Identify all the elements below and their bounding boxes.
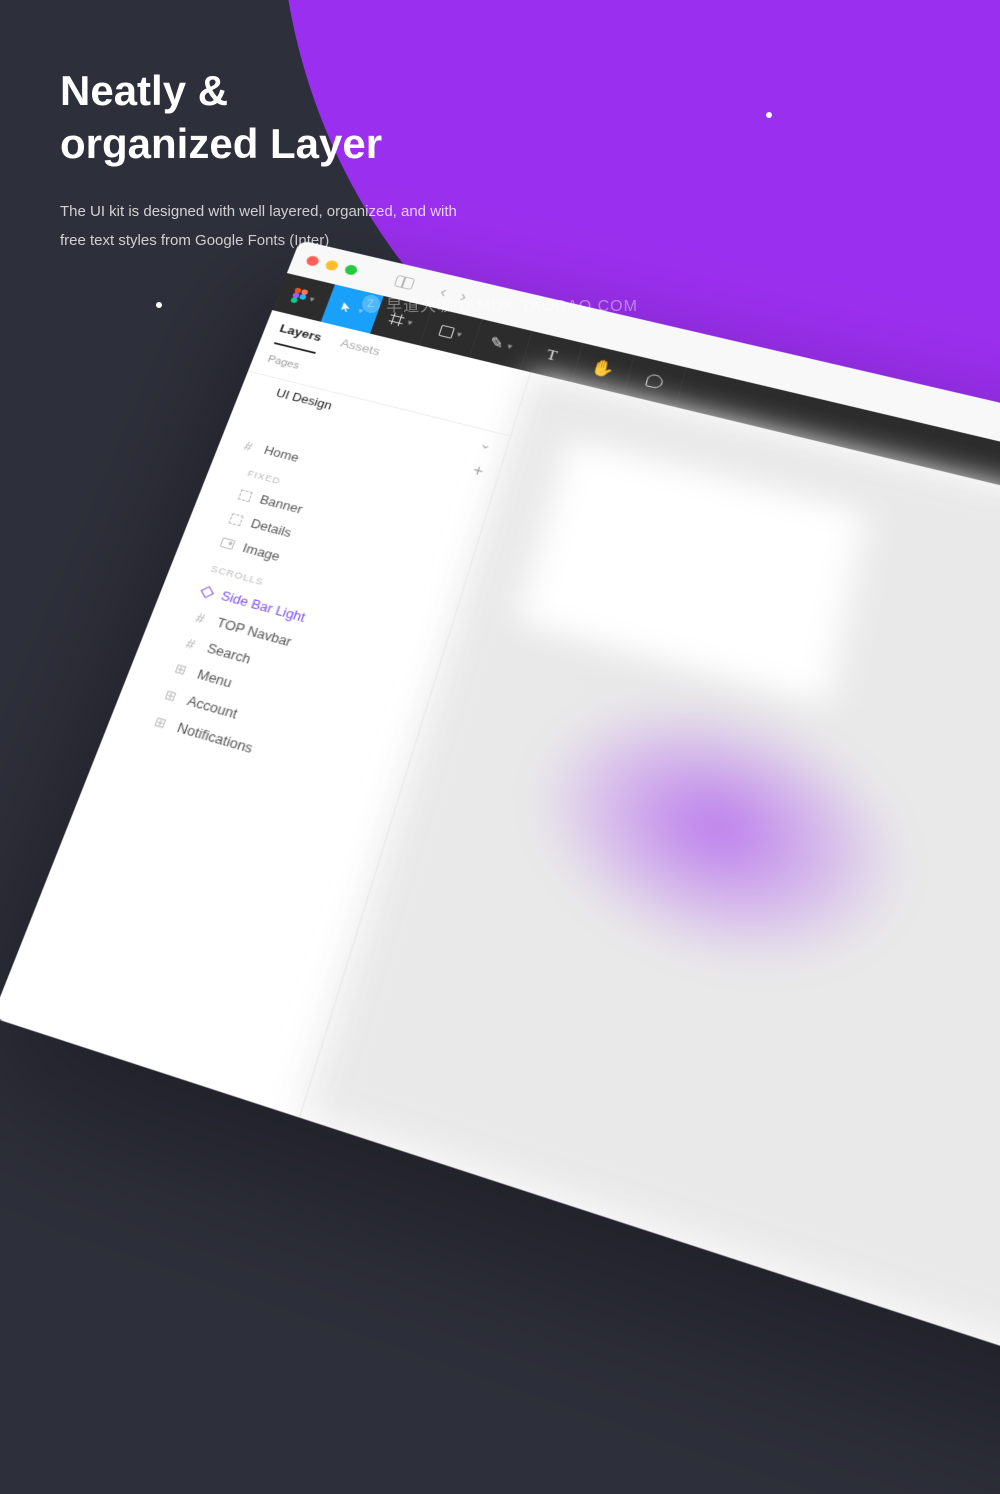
text-icon: T	[544, 348, 559, 366]
watermark-text: 早道大咖 IAMDK.TAOBAO.COM	[386, 292, 638, 316]
pages-label: Pages	[266, 354, 301, 372]
group-icon: ⊞	[150, 713, 171, 732]
chevron-down-icon: ▾	[406, 317, 414, 327]
layer-label: Home	[262, 444, 301, 465]
figma-logo-icon	[289, 286, 309, 305]
hero-title-line2: organized Layer	[60, 120, 382, 167]
component-icon	[201, 586, 214, 598]
group-dashed-icon	[229, 513, 244, 526]
decorative-dot	[766, 112, 772, 118]
minimize-window-button[interactable]	[324, 259, 339, 271]
watermark-icon: Z	[362, 295, 380, 313]
layer-label: Menu	[195, 667, 234, 691]
figma-panel-area: Layers Assets Pages UI Design ⌄ + Home F…	[0, 310, 1000, 1494]
chevron-down-icon: ▾	[308, 294, 316, 304]
plus-icon: +	[470, 462, 485, 481]
close-window-button[interactable]	[305, 255, 320, 267]
figma-window: ‹ › ▾ ▾ ▾ ▾ ✎ ▾ T ✋	[0, 240, 1000, 1494]
hero-title: Neatly & organized Layer	[60, 65, 460, 170]
pen-icon: ✎	[487, 333, 506, 353]
hero-title-line1: Neatly &	[60, 67, 228, 114]
group-icon: ⊞	[160, 686, 181, 705]
hero-section: Neatly & organized Layer The UI kit is d…	[60, 65, 460, 255]
watermark: Z 早道大咖 IAMDK.TAOBAO.COM	[362, 292, 638, 316]
hand-icon: ✋	[589, 357, 617, 380]
comment-icon	[645, 373, 664, 390]
decorative-dot	[156, 302, 162, 308]
chevron-down-icon: ▾	[455, 329, 463, 339]
chevron-down-icon: ▾	[506, 341, 514, 351]
chevron-down-icon: ⌄	[478, 436, 493, 452]
sidebar-toggle-icon[interactable]	[394, 275, 416, 290]
frame-icon	[190, 609, 210, 627]
maximize-window-button[interactable]	[343, 264, 358, 276]
hero-description: The UI kit is designed with well layered…	[60, 198, 460, 255]
group-icon: ⊞	[171, 660, 191, 678]
rectangle-icon	[438, 324, 455, 338]
frame-icon	[181, 634, 201, 652]
image-icon	[220, 537, 236, 550]
layer-label: Image	[241, 541, 282, 564]
group-dashed-icon	[238, 489, 253, 502]
frame-icon	[239, 438, 258, 454]
cursor-icon	[339, 300, 357, 315]
